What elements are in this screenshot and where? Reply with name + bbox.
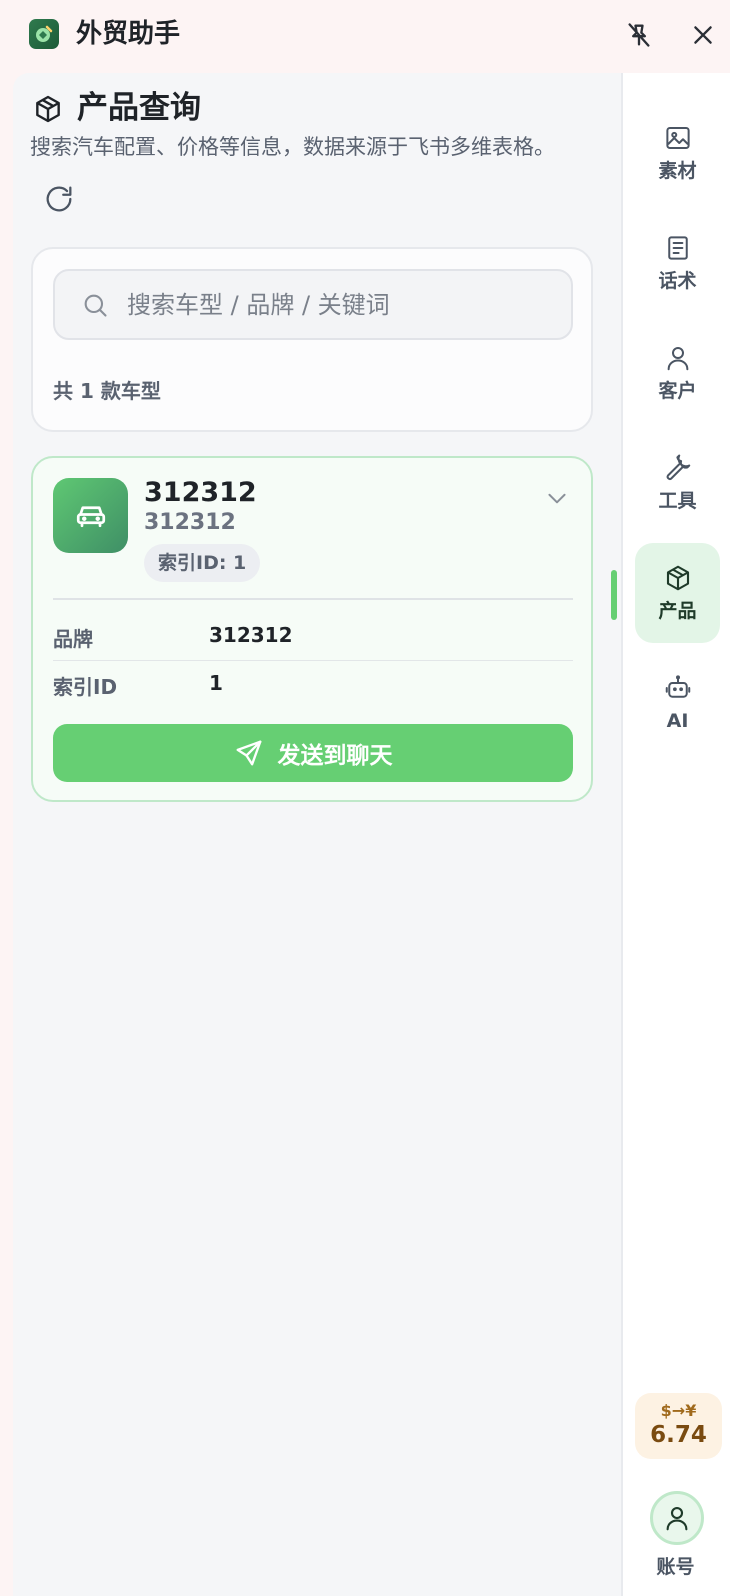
exchange-rate-label: $→¥ bbox=[660, 1401, 697, 1420]
close-button[interactable] bbox=[685, 17, 721, 53]
field-value: 312312 bbox=[209, 623, 293, 647]
page-subtitle: 搜索汽车配置、价格等信息，数据来源于飞书多维表格。 bbox=[30, 135, 555, 159]
account-label: 账号 bbox=[656, 1556, 695, 1578]
page-title: 产品查询 bbox=[77, 90, 201, 126]
pin-off-icon bbox=[628, 23, 650, 47]
field-row: 索引ID 1 bbox=[53, 663, 573, 709]
sidebar-item-ai[interactable]: AI bbox=[635, 653, 720, 753]
sidebar-item-label: AI bbox=[666, 710, 689, 732]
field-value: 1 bbox=[209, 671, 223, 695]
close-icon bbox=[694, 26, 712, 44]
search-input[interactable] bbox=[127, 281, 557, 329]
refresh-icon bbox=[46, 186, 72, 212]
product-name: 312312 bbox=[144, 477, 257, 508]
box-icon bbox=[663, 563, 693, 593]
sidebar-item-label: 客户 bbox=[658, 380, 697, 402]
sidebar-item-tools[interactable]: 工具 bbox=[635, 433, 720, 533]
exchange-rate-value: 6.74 bbox=[650, 1422, 707, 1448]
chevron-down-icon bbox=[548, 493, 566, 504]
account-avatar[interactable] bbox=[650, 1491, 704, 1545]
index-badge: 索引ID: 1 bbox=[144, 544, 261, 582]
sidebar-item-label: 产品 bbox=[658, 600, 697, 622]
sidebar-item-label: 话术 bbox=[658, 270, 697, 292]
main-panel: 产品查询 搜索汽车配置、价格等信息，数据来源于飞书多维表格。 共 1 款车型 bbox=[13, 73, 621, 1596]
wrench-icon bbox=[663, 453, 693, 483]
unpin-button[interactable] bbox=[621, 17, 657, 53]
product-card: 312312 312312 索引ID: 1 品牌 312312 索引ID 1 发… bbox=[31, 456, 593, 802]
field-row: 品牌 312312 bbox=[53, 615, 573, 661]
divider bbox=[53, 598, 573, 600]
car-icon bbox=[53, 478, 128, 553]
user-icon bbox=[663, 343, 693, 373]
sidebar-item-label: 工具 bbox=[658, 490, 697, 512]
app-logo-icon bbox=[29, 19, 59, 49]
user-icon bbox=[666, 1506, 688, 1531]
sidebar-item-scripts[interactable]: 话术 bbox=[635, 213, 720, 313]
exchange-rate-widget[interactable]: $→¥ 6.74 bbox=[635, 1393, 722, 1459]
sidebar: 素材 话术 客户 工具 产品 AI $→¥ 6.74 账号 bbox=[611, 73, 730, 1596]
refresh-button[interactable] bbox=[39, 179, 79, 219]
robot-icon bbox=[663, 673, 693, 703]
sidebar-item-products[interactable]: 产品 bbox=[635, 543, 720, 643]
search-card: 共 1 款车型 bbox=[31, 247, 593, 432]
sidebar-item-customers[interactable]: 客户 bbox=[635, 323, 720, 423]
result-count: 共 1 款车型 bbox=[53, 379, 161, 403]
app-title: 外贸助手 bbox=[76, 19, 181, 49]
send-label: 发送到聊天 bbox=[277, 743, 393, 769]
field-key: 品牌 bbox=[53, 627, 93, 651]
image-icon bbox=[663, 123, 693, 153]
active-indicator bbox=[611, 570, 617, 620]
title-bar: 外贸助手 bbox=[0, 0, 730, 70]
send-to-chat-button[interactable]: 发送到聊天 bbox=[53, 724, 573, 782]
send-icon bbox=[234, 738, 264, 768]
search-icon bbox=[84, 294, 107, 317]
field-key: 索引ID bbox=[53, 675, 118, 699]
document-icon bbox=[663, 233, 693, 263]
search-box[interactable] bbox=[53, 269, 573, 340]
product-subtitle: 312312 bbox=[144, 510, 236, 535]
sidebar-item-materials[interactable]: 素材 bbox=[635, 103, 720, 203]
expand-button[interactable] bbox=[539, 480, 575, 516]
box-icon bbox=[36, 95, 60, 123]
sidebar-item-label: 素材 bbox=[658, 160, 697, 182]
